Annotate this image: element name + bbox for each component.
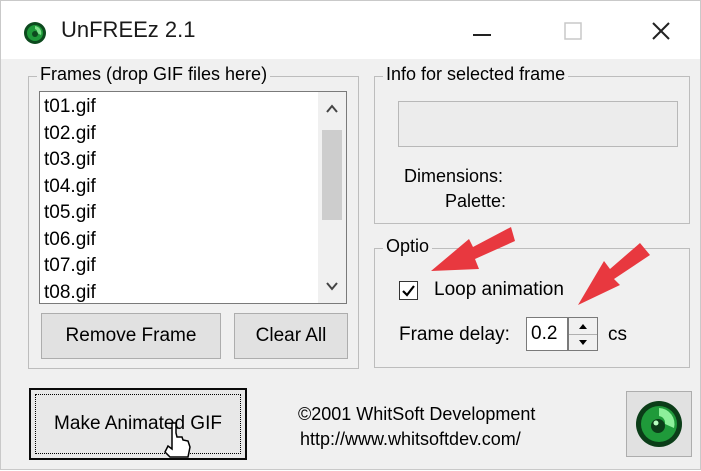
unfreez-logo-icon (636, 401, 682, 447)
spin-down-button[interactable] (569, 334, 597, 351)
maximize-button[interactable] (553, 13, 593, 49)
list-item[interactable]: t05.gif (44, 200, 96, 227)
spin-up-button[interactable] (569, 318, 597, 334)
copyright-text: ©2001 WhitSoft Development (298, 404, 536, 424)
dimensions-label: Dimensions: (404, 166, 504, 186)
make-animated-gif-button[interactable]: Make Animated GIF (29, 388, 247, 460)
frame-delay-unit: cs (608, 324, 627, 345)
spin-down-icon (579, 340, 587, 345)
frame-delay-input[interactable]: 0.2 (526, 317, 568, 351)
frames-scrollbar[interactable] (318, 92, 346, 303)
frame-delay-label: Frame delay: (399, 324, 510, 345)
frame-delay-spinner[interactable] (568, 317, 598, 351)
focus-rect (35, 394, 241, 454)
frames-listbox[interactable]: t01.gif t02.gif t03.gif t04.gif t05.gif … (39, 91, 347, 304)
title-bar[interactable]: UnFREEz 2.1 (1, 1, 700, 59)
frames-list: t01.gif t02.gif t03.gif t04.gif t05.gif … (44, 94, 96, 304)
clear-all-button[interactable]: Clear All (234, 313, 348, 359)
info-group: Info for selected frame (374, 64, 690, 224)
mouse-cursor-icon (164, 422, 191, 458)
app-logo-icon (24, 22, 46, 44)
list-item[interactable]: t02.gif (44, 121, 96, 148)
list-item[interactable]: t06.gif (44, 227, 96, 254)
palette-label: Palette: (445, 191, 507, 211)
annotation-arrow-icon (431, 227, 515, 271)
minimize-button[interactable] (461, 13, 501, 49)
spin-up-icon (579, 324, 587, 329)
scroll-thumb[interactable] (322, 130, 342, 220)
maximize-icon (564, 22, 582, 40)
scroll-up-button[interactable] (318, 94, 346, 124)
website-url: http://www.whitsoftdev.com/ (300, 429, 521, 449)
frames-legend: Frames (drop GIF files here) (37, 64, 271, 85)
window-title: UnFREEz 2.1 (61, 17, 196, 42)
chevron-up-icon (326, 104, 338, 113)
frame-info-display (398, 101, 678, 147)
close-button[interactable] (641, 13, 681, 49)
close-icon (652, 22, 670, 40)
list-item[interactable]: t03.gif (44, 147, 96, 174)
scroll-down-button[interactable] (318, 271, 346, 301)
about-logo-button[interactable] (626, 391, 692, 457)
list-item[interactable]: t01.gif (44, 94, 96, 121)
list-item[interactable]: t08.gif (44, 280, 96, 304)
app-window: UnFREEz 2.1 Frames (drop GIF files here)… (0, 0, 701, 470)
list-item[interactable]: t07.gif (44, 253, 96, 280)
info-legend: Info for selected frame (383, 64, 569, 85)
chevron-down-icon (326, 282, 338, 291)
minimize-icon (473, 34, 491, 36)
annotation-arrow-icon (578, 243, 650, 305)
remove-frame-button[interactable]: Remove Frame (41, 313, 221, 359)
list-item[interactable]: t04.gif (44, 174, 96, 201)
